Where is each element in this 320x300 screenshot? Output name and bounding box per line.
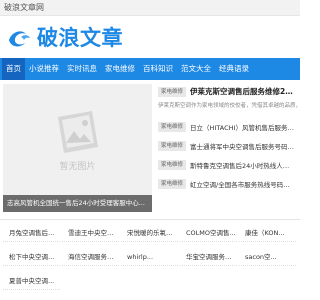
related-link[interactable]: 月兔空调售后服务... bbox=[3, 226, 60, 242]
nav-item-encyclopedia[interactable]: 百科知识 bbox=[139, 58, 177, 80]
article-link[interactable]: 虹立空调/全国各市服务热线号码实时更新... bbox=[190, 179, 294, 189]
article-link[interactable]: 富士通将军中央空调售后服务号码查询... bbox=[190, 141, 294, 151]
top-bar-text: 破浪文章网 bbox=[4, 3, 44, 12]
article-column: 家电维修 伊莱克斯空调售后服务维修24小时报修... 伊莱克斯空调作为家电领域的… bbox=[158, 80, 300, 193]
nav-item-news[interactable]: 实时讯息 bbox=[63, 58, 101, 80]
section-divider bbox=[0, 219, 300, 220]
list-item: 家电维修 虹立空调/全国各市服务热线号码实时更新... bbox=[158, 174, 300, 193]
lead-article: 家电维修 伊莱克斯空调售后服务维修24小时报修... 伊莱克斯空调作为家电领域的… bbox=[158, 80, 300, 110]
nav-item-home[interactable]: 首页 bbox=[2, 58, 25, 80]
article-link[interactable]: 日立（HITACHI）风管机售后服务号码... bbox=[190, 122, 294, 132]
nav-item-novels[interactable]: 小说推荐 bbox=[25, 58, 63, 80]
related-link[interactable]: COLMO空调售... bbox=[180, 226, 237, 242]
related-link[interactable]: 海信空调服务热... bbox=[62, 250, 119, 266]
lead-article-description: 伊莱克斯空调作为家电领域的佼佼者，凭借其卓越的品质，始终致力于为用户... bbox=[158, 103, 300, 109]
related-link[interactable]: 松下中央空调售... bbox=[3, 250, 60, 266]
nav-item-essays[interactable]: 范文大全 bbox=[177, 58, 215, 80]
wave-logo-icon bbox=[9, 31, 30, 47]
nav-item-appliance-repair[interactable]: 家电维修 bbox=[101, 58, 139, 80]
related-links: 月兔空调售后服务... 雪迪王中央空调... 宋悦暖的乐氧洗... COLMO空… bbox=[3, 226, 300, 290]
list-item: 家电维修 富士通将军中央空调售后服务号码查询... bbox=[158, 136, 300, 155]
related-link[interactable]: 夏普中央空调... bbox=[3, 274, 60, 290]
category-badge[interactable]: 家电维修 bbox=[158, 178, 187, 189]
top-bar: 破浪文章网 bbox=[0, 0, 300, 16]
article-list: 家电维修 日立（HITACHI）风管机售后服务号码... 家电维修 富士通将军中… bbox=[158, 117, 300, 193]
article-link[interactable]: 斯特鲁克空调售后24小时热线人工客服... bbox=[190, 160, 294, 170]
main-content: 暂无图片 志高风管机全国统一售后24小时受理客服中心... 家电维修 伊莱克斯空… bbox=[0, 80, 300, 220]
featured-caption[interactable]: 志高风管机全国统一售后24小时受理客服中心... bbox=[3, 195, 152, 212]
related-link[interactable]: sacon空... bbox=[239, 250, 296, 266]
related-link[interactable]: 宋悦暖的乐氧洗... bbox=[121, 226, 178, 242]
image-placeholder-icon bbox=[57, 110, 98, 153]
category-badge[interactable]: 家电维修 bbox=[158, 121, 187, 132]
lead-article-title[interactable]: 伊莱克斯空调售后服务维修24小时报修... bbox=[190, 86, 294, 97]
category-badge[interactable]: 家电维修 bbox=[158, 86, 187, 97]
related-link[interactable]: whirlp... bbox=[121, 250, 178, 266]
featured-article[interactable]: 暂无图片 志高风管机全国统一售后24小时受理客服中心... bbox=[3, 84, 152, 212]
category-badge[interactable]: 家电维修 bbox=[158, 159, 187, 170]
header: 破浪文章 bbox=[0, 16, 300, 58]
main-nav: 首页 小说推荐 实时讯息 家电维修 百科知识 范文大全 经典语录 bbox=[0, 58, 300, 80]
placeholder-label: 暂无图片 bbox=[59, 161, 96, 172]
category-badge[interactable]: 家电维修 bbox=[158, 140, 187, 151]
related-link[interactable]: 雪迪王中央空调... bbox=[62, 226, 119, 242]
list-item: 家电维修 斯特鲁克空调售后24小时热线人工客服... bbox=[158, 155, 300, 174]
image-placeholder: 暂无图片 bbox=[3, 84, 152, 196]
related-link[interactable]: 华宝空调服务热... bbox=[180, 250, 237, 266]
list-item: 家电维修 日立（HITACHI）风管机售后服务号码... bbox=[158, 117, 300, 136]
site-logo[interactable]: 破浪文章 bbox=[6, 22, 123, 52]
related-link[interactable]: 康佳（KON... bbox=[239, 226, 296, 242]
nav-item-quotes[interactable]: 经典语录 bbox=[215, 58, 253, 80]
logo-text: 破浪文章 bbox=[37, 26, 123, 50]
